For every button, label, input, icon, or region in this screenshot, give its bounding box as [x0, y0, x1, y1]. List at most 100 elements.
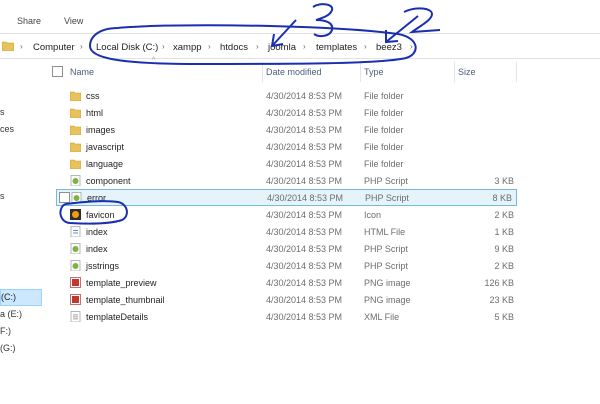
- breadcrumb-local-disk[interactable]: Local Disk (C:): [96, 42, 158, 53]
- chevron-right-icon[interactable]: ›: [303, 42, 306, 51]
- folder-icon: [70, 159, 81, 169]
- chevron-right-icon[interactable]: ›: [364, 42, 367, 51]
- php-script-icon: [71, 192, 82, 203]
- breadcrumb-xampp[interactable]: xampp: [173, 42, 202, 53]
- file-type: XML File: [364, 312, 400, 322]
- ribbon-tab-view[interactable]: View: [64, 16, 83, 26]
- row-checkbox[interactable]: [59, 192, 70, 203]
- file-date: 4/30/2014 8:53 PM: [266, 125, 343, 135]
- nav-item[interactable]: F:): [0, 326, 11, 336]
- select-all-checkbox[interactable]: [52, 66, 63, 77]
- folder-icon: [70, 142, 81, 152]
- folder-icon: [2, 41, 14, 51]
- column-header-type[interactable]: Type: [364, 67, 384, 77]
- file-type: File folder: [364, 125, 404, 135]
- file-row[interactable]: css 4/30/2014 8:53 PM File folder: [48, 88, 518, 104]
- file-row[interactable]: template_preview 4/30/2014 8:53 PM PNG ima…: [48, 275, 518, 291]
- chevron-right-icon[interactable]: ›: [256, 42, 259, 51]
- file-date: 4/30/2014 8:53 PM: [266, 142, 343, 152]
- file-date: 4/30/2014 8:53 PM: [266, 91, 343, 101]
- breadcrumb-computer[interactable]: Computer: [33, 42, 75, 53]
- php-script-icon: [70, 243, 81, 254]
- nav-item[interactable]: (G:): [0, 343, 16, 353]
- file-type: File folder: [364, 91, 404, 101]
- file-name: template_preview: [86, 278, 157, 288]
- html-file-icon: [70, 226, 81, 237]
- file-date: 4/30/2014 8:53 PM: [266, 210, 343, 220]
- file-name: component: [86, 176, 131, 186]
- file-date: 4/30/2014 8:53 PM: [266, 278, 343, 288]
- file-row[interactable]: favicon 4/30/2014 8:53 PM Icon 2 KB: [48, 207, 518, 223]
- file-type: Icon: [364, 210, 382, 220]
- file-row[interactable]: images 4/30/2014 8:53 PM File folder: [48, 122, 518, 138]
- file-size: 23 KB: [489, 295, 514, 305]
- chevron-right-icon[interactable]: ›: [410, 42, 413, 51]
- folder-icon: [70, 125, 81, 135]
- file-row[interactable]: template_thumbnail 4/30/2014 8:53 PM PNG i…: [48, 292, 518, 308]
- chevron-right-icon[interactable]: ›: [208, 42, 211, 51]
- file-name: favicon: [86, 210, 115, 220]
- file-name: index: [86, 227, 108, 237]
- column-divider[interactable]: [516, 62, 517, 82]
- file-name: error: [87, 193, 107, 203]
- breadcrumb-beez3[interactable]: beez3: [376, 42, 402, 53]
- file-name: css: [86, 91, 100, 101]
- folder-icon: [70, 91, 81, 101]
- xml-file-icon: [70, 311, 81, 322]
- file-row[interactable]: templateDetails 4/30/2014 8:53 PM XML File…: [48, 309, 518, 325]
- file-type: HTML File: [364, 227, 406, 237]
- file-row[interactable]: index 4/30/2014 8:53 PM HTML File 1 KB: [48, 224, 518, 240]
- file-name: language: [86, 159, 124, 169]
- sort-ascending-icon: ^: [152, 57, 156, 64]
- column-header-date[interactable]: Date modified: [266, 67, 322, 77]
- png-image-icon: [70, 294, 81, 305]
- file-type: PNG image: [364, 295, 411, 305]
- column-header-name[interactable]: Name: [70, 67, 94, 77]
- address-bar[interactable]: › Computer › Local Disk (C:) › xampp › h…: [0, 33, 600, 59]
- file-date: 4/30/2014 8:53 PM: [266, 261, 343, 271]
- column-header-size[interactable]: Size: [458, 67, 476, 77]
- file-row[interactable]: component 4/30/2014 8:53 PM PHP Script 3 KB: [48, 173, 518, 189]
- file-name: html: [86, 108, 104, 118]
- column-divider[interactable]: [360, 62, 361, 82]
- file-size: 5 KB: [494, 312, 514, 322]
- file-size: 3 KB: [494, 176, 514, 186]
- folder-icon: [70, 108, 81, 118]
- file-name: index: [86, 244, 108, 254]
- column-divider[interactable]: [454, 62, 455, 82]
- file-type: File folder: [364, 159, 404, 169]
- file-date: 4/30/2014 8:53 PM: [266, 108, 343, 118]
- file-size: 9 KB: [494, 244, 514, 254]
- file-row[interactable]: javascript 4/30/2014 8:53 PM File folder: [48, 139, 518, 155]
- chevron-right-icon[interactable]: ›: [80, 42, 83, 51]
- png-image-icon: [70, 277, 81, 288]
- breadcrumb-templates[interactable]: templates: [316, 42, 357, 53]
- breadcrumb-joomla[interactable]: joomla: [268, 42, 296, 53]
- chevron-right-icon[interactable]: ›: [162, 42, 165, 51]
- file-date: 4/30/2014 8:53 PM: [266, 176, 343, 186]
- file-row-selected[interactable]: error 4/30/2014 8:53 PM PHP Script 8 KB: [56, 189, 517, 206]
- breadcrumb-htdocs[interactable]: htdocs: [220, 42, 248, 53]
- file-name: javascript: [86, 142, 125, 152]
- nav-item[interactable]: ces: [0, 124, 14, 134]
- file-date: 4/30/2014 8:53 PM: [266, 227, 343, 237]
- file-type: PHP Script: [365, 193, 409, 203]
- file-row[interactable]: html 4/30/2014 8:53 PM File folder: [48, 105, 518, 121]
- file-row[interactable]: jsstrings 4/30/2014 8:53 PM PHP Script 2 KB: [48, 258, 518, 274]
- nav-item[interactable]: s: [0, 191, 5, 201]
- nav-item[interactable]: s: [0, 107, 5, 117]
- file-name: template_thumbnail: [86, 295, 165, 305]
- file-row[interactable]: language 4/30/2014 8:53 PM File folder: [48, 156, 518, 172]
- nav-item-selected[interactable]: (C:): [0, 289, 42, 306]
- file-type: PNG image: [364, 278, 411, 288]
- chevron-right-icon[interactable]: ›: [20, 42, 23, 51]
- file-size: 126 KB: [484, 278, 514, 288]
- file-name: templateDetails: [86, 312, 149, 322]
- ribbon-tab-share[interactable]: Share: [17, 16, 41, 26]
- php-script-icon: [70, 175, 81, 186]
- file-row[interactable]: index 4/30/2014 8:53 PM PHP Script 9 KB: [48, 241, 518, 257]
- file-type: PHP Script: [364, 244, 408, 254]
- nav-item[interactable]: a (E:): [0, 309, 22, 319]
- column-divider[interactable]: [262, 62, 263, 82]
- file-type: PHP Script: [364, 261, 408, 271]
